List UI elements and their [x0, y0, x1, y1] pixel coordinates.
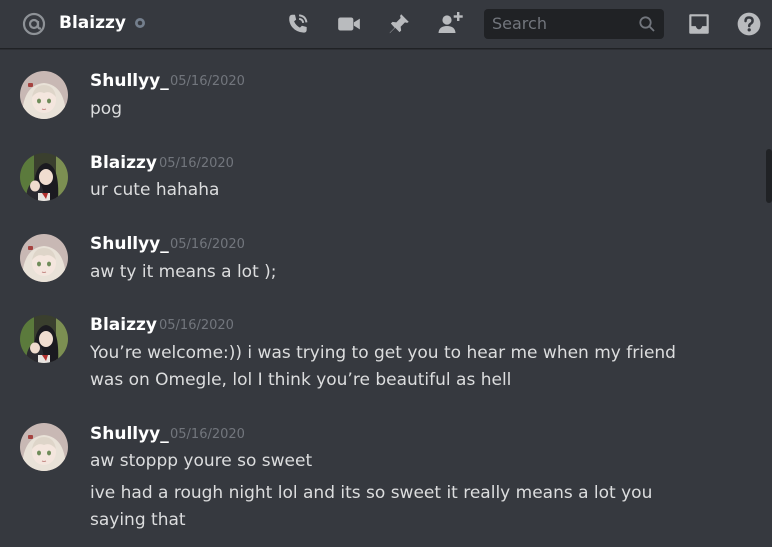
message-timestamp: 05/16/2020 — [159, 156, 234, 171]
scrollbar-thumb[interactable] — [766, 149, 772, 203]
message-text: ur cute hahaha — [90, 180, 220, 200]
pin-icon[interactable] — [386, 11, 412, 37]
message-text: You’re welcome:)) i was trying to get yo… — [90, 343, 676, 390]
message-text: aw ty it means a lot ); — [90, 262, 277, 282]
avatar[interactable] — [20, 315, 68, 363]
message-author[interactable]: Shullyy_ — [90, 233, 169, 255]
status-offline-icon — [135, 18, 145, 28]
search-box[interactable]: Search — [484, 9, 664, 39]
avatar[interactable] — [20, 234, 68, 282]
avatar[interactable] — [20, 423, 68, 471]
at-icon — [22, 12, 46, 36]
phone-call-icon[interactable] — [285, 11, 311, 37]
message-author[interactable]: Shullyy_ — [90, 70, 169, 92]
search-icon — [639, 16, 655, 32]
message-text: pog — [90, 99, 122, 119]
message-timestamp: 05/16/2020 — [170, 74, 245, 89]
avatar[interactable] — [20, 71, 68, 119]
add-user-icon[interactable] — [437, 11, 463, 37]
avatar[interactable] — [20, 153, 68, 201]
message-text: aw stoppp youre so sweet — [90, 451, 313, 471]
channel-header: Blaizzy Search — [0, 0, 772, 49]
message-text: ive had a rough night lol and its so swe… — [90, 483, 653, 530]
message-author[interactable]: Shullyy_ — [90, 423, 169, 445]
search-input[interactable]: Search — [492, 15, 547, 33]
message-timestamp: 05/16/2020 — [159, 318, 234, 333]
help-icon[interactable] — [736, 11, 762, 37]
video-icon[interactable] — [336, 11, 362, 37]
message-timestamp: 05/16/2020 — [170, 237, 245, 252]
message-timestamp: 05/16/2020 — [170, 427, 245, 442]
message-author[interactable]: Blaizzy — [90, 314, 157, 336]
message-list[interactable]: Shullyy_ 05/16/2020 pog Blaizzy 05/16/20… — [0, 49, 772, 547]
channel-name: Blaizzy — [59, 13, 126, 33]
inbox-icon[interactable] — [686, 11, 712, 37]
message-author[interactable]: Blaizzy — [90, 152, 157, 174]
